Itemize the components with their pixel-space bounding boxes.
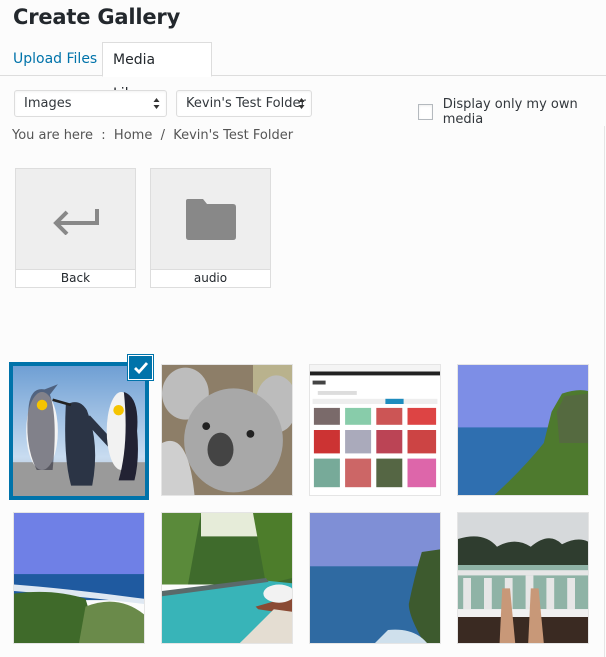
select-arrows-icon bbox=[153, 98, 160, 109]
media-item-pool[interactable] bbox=[161, 512, 293, 644]
media-item-screenshot[interactable] bbox=[309, 364, 441, 496]
media-item-ocean-coast[interactable] bbox=[13, 512, 145, 644]
select-arrows-icon bbox=[298, 98, 305, 109]
breadcrumb-home[interactable]: Home bbox=[114, 128, 152, 143]
scrollbar-track[interactable] bbox=[604, 126, 605, 657]
pool-image bbox=[162, 513, 292, 643]
cliff-ocean-image bbox=[310, 513, 440, 643]
back-arrow-icon bbox=[52, 209, 99, 235]
folder-select-value: Kevin's Test Folder bbox=[186, 96, 306, 111]
media-type-select[interactable]: Images bbox=[14, 90, 167, 117]
own-media-toggle[interactable]: Display only my own media bbox=[418, 97, 606, 127]
folder-label: Back bbox=[16, 269, 135, 287]
tab-upload-files[interactable]: Upload Files bbox=[3, 42, 107, 76]
folder-back[interactable]: Back bbox=[15, 168, 136, 288]
page-title: Create Gallery bbox=[13, 5, 181, 29]
media-type-value: Images bbox=[24, 96, 72, 111]
media-item-cliff-ocean[interactable] bbox=[309, 512, 441, 644]
breadcrumb-prefix: You are here bbox=[12, 128, 93, 143]
boat-deck-image bbox=[458, 513, 588, 643]
own-media-checkbox[interactable] bbox=[418, 104, 433, 120]
breadcrumb: You are here : Home / Kevin's Test Folde… bbox=[12, 128, 293, 143]
media-item-penguins[interactable] bbox=[9, 362, 149, 500]
breadcrumb-divider: / bbox=[160, 128, 165, 143]
folder-audio[interactable]: audio bbox=[150, 168, 271, 288]
penguins-image bbox=[13, 366, 145, 496]
selected-check-icon[interactable] bbox=[128, 355, 153, 380]
folder-select[interactable]: Kevin's Test Folder bbox=[176, 90, 312, 117]
media-item-boat-deck[interactable] bbox=[457, 512, 589, 644]
media-item-sea-cliff[interactable] bbox=[457, 364, 589, 496]
sea-cliff-image bbox=[458, 365, 588, 495]
tab-bar: Upload Files Media Library bbox=[0, 42, 606, 102]
own-media-label: Display only my own media bbox=[442, 97, 578, 127]
folder-label: audio bbox=[151, 269, 270, 287]
folder-icon bbox=[185, 199, 236, 240]
media-item-koala[interactable] bbox=[161, 364, 293, 496]
screenshot-image bbox=[310, 365, 440, 495]
breadcrumb-current[interactable]: Kevin's Test Folder bbox=[173, 128, 293, 143]
koala-image bbox=[162, 365, 292, 495]
ocean-coast-image bbox=[14, 513, 144, 643]
breadcrumb-separator: : bbox=[101, 128, 106, 143]
tab-media-library[interactable]: Media Library bbox=[102, 42, 212, 102]
